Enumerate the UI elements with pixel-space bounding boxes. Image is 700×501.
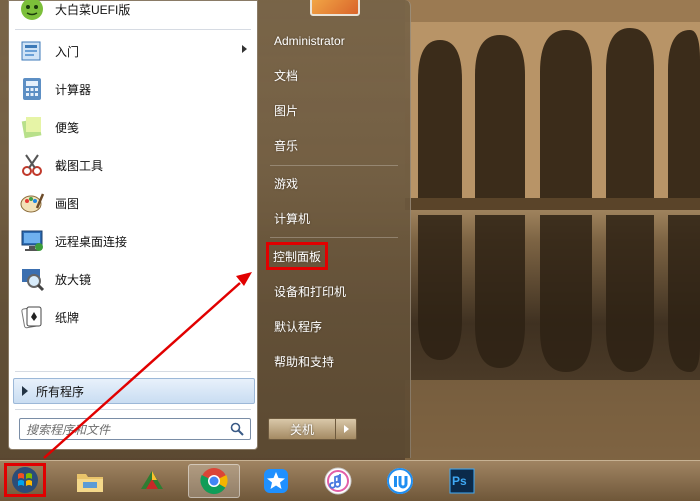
shutdown-group: 关机 <box>268 418 358 440</box>
program-label: 纸牌 <box>55 310 80 325</box>
program-item-remote-desktop[interactable]: 远程桌面连接 <box>11 223 255 259</box>
place-label: 图片 <box>274 103 299 118</box>
place-label: 控制面板 <box>273 249 322 264</box>
place-item-default-programs[interactable]: 默认程序 <box>268 313 404 339</box>
program-item-sticky-notes[interactable]: 便笺 <box>11 109 255 145</box>
place-label: Administrator <box>274 34 345 48</box>
windows-logo-icon <box>12 467 38 493</box>
taskbar-item-photoshop[interactable]: Ps <box>436 464 488 498</box>
search-divider <box>15 409 251 410</box>
start-menu: 大白菜UEFI版 入门 计算器 便笺 截图工具 画图 远程桌面连接 放大镜 纸牌… <box>0 0 411 458</box>
program-label: 计算器 <box>55 82 92 97</box>
calculator-icon <box>17 74 47 104</box>
chevron-right-icon <box>343 425 349 433</box>
iu-icon <box>387 468 413 494</box>
place-label: 默认程序 <box>274 319 323 334</box>
program-item-getting-started[interactable]: 入门 <box>11 33 255 69</box>
program-item-magnifier[interactable]: 放大镜 <box>11 261 255 297</box>
place-item-music[interactable]: 音乐 <box>268 132 404 158</box>
sticky-notes-icon <box>17 112 47 142</box>
program-item-snipping-tool[interactable]: 截图工具 <box>11 147 255 183</box>
expand-arrow-icon <box>22 386 28 396</box>
taskbar-item-iu-app[interactable] <box>374 464 426 498</box>
taskbar-item-winrar[interactable] <box>126 464 178 498</box>
all-programs-button[interactable]: 所有程序 <box>13 378 255 404</box>
place-item-documents[interactable]: 文档 <box>268 62 404 88</box>
taskbar-item-chrome[interactable] <box>188 464 240 498</box>
program-label: 便笺 <box>55 120 80 135</box>
place-label: 游戏 <box>274 176 299 191</box>
magnifier-icon <box>17 264 47 294</box>
pinned-divider <box>15 29 251 30</box>
taskbar-item-file-explorer[interactable] <box>64 464 116 498</box>
user-picture[interactable] <box>310 0 360 16</box>
place-item-games[interactable]: 游戏 <box>268 170 404 196</box>
snipping-tool-icon <box>17 150 47 180</box>
start-button[interactable] <box>4 463 46 497</box>
place-item-computer[interactable]: 计算机 <box>268 205 404 231</box>
place-item-administrator[interactable]: Administrator <box>268 28 404 54</box>
search-box[interactable] <box>19 418 251 440</box>
program-label: 放大镜 <box>55 272 92 287</box>
paint-icon <box>17 188 47 218</box>
itunes-icon <box>324 467 352 495</box>
pinned-program-label: 大白菜UEFI版 <box>55 2 131 17</box>
all-programs-label: 所有程序 <box>36 384 85 399</box>
search-input[interactable] <box>24 421 224 439</box>
taskbar-item-itunes[interactable] <box>312 464 364 498</box>
getting-started-icon <box>17 36 47 66</box>
star-pin-icon <box>264 469 288 493</box>
place-item-control-panel[interactable]: 控制面板 <box>266 242 328 270</box>
solitaire-icon <box>17 302 47 332</box>
program-item-solitaire[interactable]: 纸牌 <box>11 299 255 335</box>
place-label: 文档 <box>274 68 299 83</box>
program-label: 画图 <box>55 196 80 211</box>
program-item-paint[interactable]: 画图 <box>11 185 255 221</box>
taskbar-item-pin-app[interactable] <box>250 464 302 498</box>
start-menu-programs-pane: 大白菜UEFI版 入门 计算器 便笺 截图工具 画图 远程桌面连接 放大镜 纸牌… <box>8 0 258 450</box>
place-label: 音乐 <box>274 138 299 153</box>
start-menu-places-pane: Administrator 文档 图片 音乐 游戏 计算机 控制面板 设备和打印… <box>258 0 410 458</box>
place-label: 计算机 <box>274 211 311 226</box>
program-label: 截图工具 <box>55 158 104 173</box>
folder-icon <box>77 474 103 492</box>
search-icon[interactable] <box>230 422 244 441</box>
place-item-pictures[interactable]: 图片 <box>268 97 404 123</box>
shutdown-options-button[interactable] <box>336 418 357 440</box>
winrar-icon <box>141 471 163 489</box>
place-label: 帮助和支持 <box>274 354 335 369</box>
place-item-help-support[interactable]: 帮助和支持 <box>268 348 404 374</box>
submenu-arrow-icon <box>242 45 247 53</box>
cabbage-icon <box>17 0 47 24</box>
program-label: 入门 <box>55 44 80 59</box>
place-item-devices-printers[interactable]: 设备和打印机 <box>268 278 404 304</box>
remote-desktop-icon <box>17 226 47 256</box>
program-item-calculator[interactable]: 计算器 <box>11 71 255 107</box>
pinned-program-item[interactable]: 大白菜UEFI版 <box>11 0 255 27</box>
chrome-icon <box>200 468 228 495</box>
programs-divider <box>15 371 251 372</box>
taskbar: Ps <box>0 460 700 501</box>
place-label: 设备和打印机 <box>274 284 347 299</box>
photoshop-icon-label: Ps <box>452 474 467 488</box>
program-label: 远程桌面连接 <box>55 234 128 249</box>
places-separator <box>270 165 398 166</box>
places-separator <box>270 237 398 238</box>
shutdown-button[interactable]: 关机 <box>268 418 336 440</box>
